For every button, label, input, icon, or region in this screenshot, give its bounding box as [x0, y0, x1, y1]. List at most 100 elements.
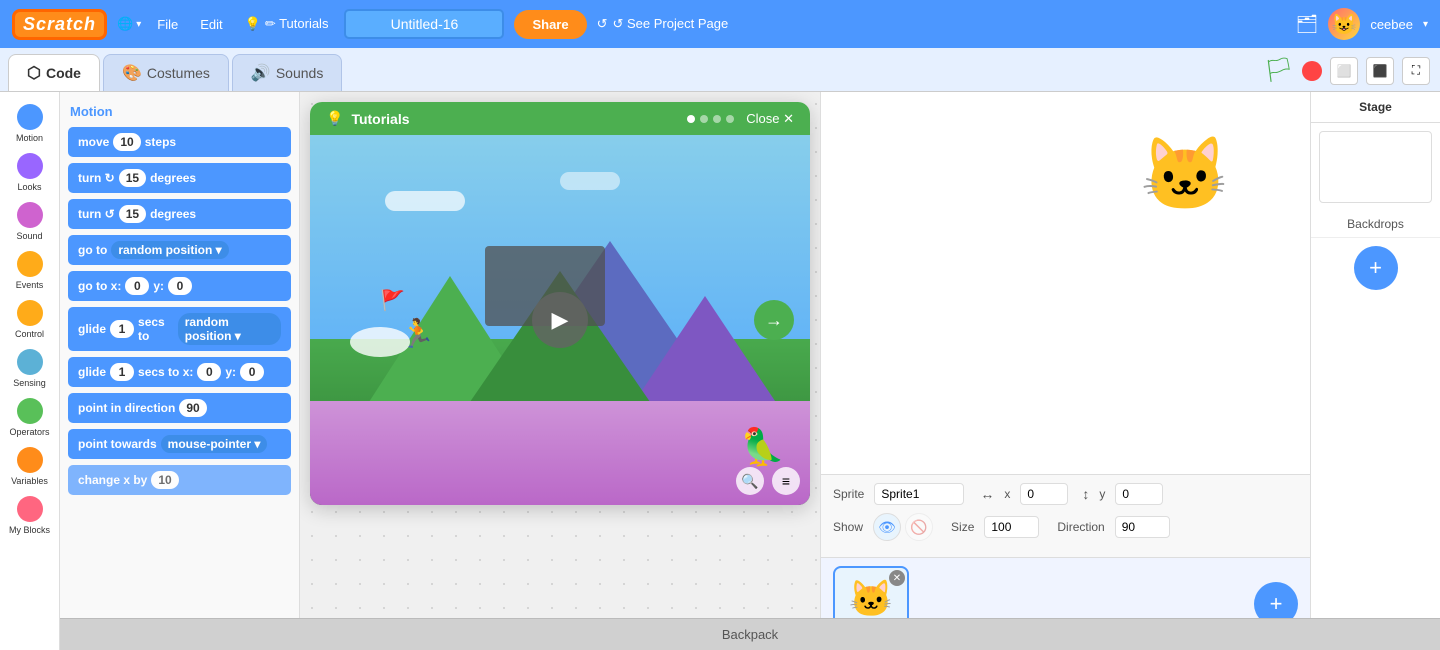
direction-input[interactable] [1115, 516, 1170, 538]
block-point-towards[interactable]: point towards mouse-pointer ▾ [68, 429, 291, 459]
lightbulb-icon: 💡 [245, 16, 261, 32]
expand-stage-button[interactable]: ⬛ [1366, 57, 1394, 85]
tutorials-button[interactable]: 💡 ✏ Tutorials [239, 12, 335, 36]
x-input[interactable] [1020, 483, 1068, 505]
tab-bar: ⬡ Code 🎨 Costumes 🔊 Sounds 🏳 ⬜ ⬛ ⛶ [0, 48, 1440, 92]
sprite-label: Sprite [833, 487, 864, 501]
blocks-panel: Motion move 10 steps turn ↻ 15 degrees t… [60, 92, 300, 650]
globe-icon: 🌐 [117, 16, 133, 32]
tab-code[interactable]: ⬡ Code [8, 54, 100, 91]
variables-label: Variables [11, 476, 48, 486]
stage-cat-sprite: 🐱 [1140, 132, 1230, 217]
my-blocks-label: My Blocks [9, 525, 50, 535]
shrink-stage-button[interactable]: ⬜ [1330, 57, 1358, 85]
backpack[interactable]: Backpack [60, 618, 1440, 650]
category-variables[interactable]: Variables [0, 443, 59, 490]
motion-label: Motion [16, 133, 43, 143]
tutorial-lightbulb-icon: 💡 [326, 110, 343, 127]
events-label: Events [16, 280, 44, 290]
sprite-info-panel: Sprite ↔ x ↕ y Show 👁 🚫 Size Directi [821, 474, 1310, 557]
show-eye-button[interactable]: 👁 [873, 513, 901, 541]
tutorial-title: Tutorials [351, 111, 409, 127]
tutorial-dot-3 [713, 115, 721, 123]
tutorial-dot-4 [726, 115, 734, 123]
tutorial-play-button[interactable]: ▶ [532, 292, 588, 348]
stage-right-panel: Stage Backdrops + [1310, 92, 1440, 650]
block-glide-to[interactable]: glide 1 secs to random position ▾ [68, 307, 291, 351]
sprite-delete-button[interactable]: ✕ [889, 570, 905, 586]
block-point-direction[interactable]: point in direction 90 [68, 393, 291, 423]
tutorial-header: 💡 Tutorials Close ✕ [310, 102, 810, 135]
category-control[interactable]: Control [0, 296, 59, 343]
sprite-info-row1: Sprite ↔ x ↕ y [833, 483, 1298, 505]
stage-area: 🐱 Sprite ↔ x ↕ y Show 👁 🚫 [820, 92, 1310, 650]
category-operators[interactable]: Operators [0, 394, 59, 441]
events-dot [17, 251, 43, 277]
category-sound[interactable]: Sound [0, 198, 59, 245]
y-input[interactable] [1115, 483, 1163, 505]
nav-right: 🗂 😺 ceebee ▾ [1295, 8, 1428, 40]
size-label: Size [951, 520, 974, 534]
block-move[interactable]: move 10 steps [68, 127, 291, 157]
block-go-to[interactable]: go to random position ▾ [68, 235, 291, 265]
stage-canvas[interactable]: 🐱 [821, 92, 1310, 474]
tab-costumes[interactable]: 🎨 Costumes [103, 54, 229, 91]
block-go-to-xy[interactable]: go to x: 0 y: 0 [68, 271, 291, 301]
share-button[interactable]: Share [514, 10, 586, 39]
category-motion[interactable]: Motion [0, 100, 59, 147]
sound-dot [17, 202, 43, 228]
tutorial-zoom-out[interactable]: 🔍 [736, 467, 764, 495]
globe-chevron: ▾ [136, 19, 141, 30]
tutorial-close-button[interactable]: Close ✕ [746, 111, 794, 127]
block-glide-to-xy[interactable]: glide 1 secs to x: 0 y: 0 [68, 357, 291, 387]
sounds-tab-icon: 🔊 [251, 63, 271, 83]
sound-label: Sound [16, 231, 42, 241]
see-project-button[interactable]: ↺ ↺ See Project Page [597, 16, 729, 32]
motion-dot [17, 104, 43, 130]
stage-header-controls: 🏳 ⬜ ⬛ ⛶ [1264, 56, 1430, 91]
size-input[interactable] [984, 516, 1039, 538]
fullscreen-button[interactable]: ⛶ [1402, 57, 1430, 85]
user-name[interactable]: ceebee [1370, 17, 1413, 32]
my-blocks-dot [17, 496, 43, 522]
control-label: Control [15, 329, 44, 339]
category-events[interactable]: Events [0, 247, 59, 294]
user-chevron[interactable]: ▾ [1423, 19, 1428, 30]
folder-icon[interactable]: 🗂 [1295, 14, 1318, 35]
height-icon: ↕ [1082, 486, 1089, 502]
operators-dot [17, 398, 43, 424]
show-toggle: 👁 🚫 [873, 513, 933, 541]
code-area[interactable]: 💡 Tutorials Close ✕ [300, 92, 820, 650]
direction-label: Direction [1057, 520, 1104, 534]
category-my-blocks[interactable]: My Blocks [0, 492, 59, 539]
control-dot [17, 300, 43, 326]
tutorial-dot-2 [700, 115, 708, 123]
globe-button[interactable]: 🌐 ▾ [117, 16, 141, 32]
scratch-logo[interactable]: Scratch [12, 9, 107, 40]
green-flag-button[interactable]: 🏳 [1264, 56, 1294, 85]
tab-sounds[interactable]: 🔊 Sounds [232, 54, 342, 91]
hide-eye-button[interactable]: 🚫 [905, 513, 933, 541]
sprite-name-input[interactable] [874, 483, 964, 505]
project-title-input[interactable] [344, 9, 504, 39]
block-turn-cw[interactable]: turn ↻ 15 degrees [68, 163, 291, 193]
blocks-section-title: Motion [68, 100, 291, 127]
file-menu[interactable]: File [151, 13, 184, 36]
block-change-x[interactable]: change x by 10 [68, 465, 291, 495]
add-backdrop-button[interactable]: + [1354, 246, 1398, 290]
top-nav: Scratch 🌐 ▾ File Edit 💡 ✏ Tutorials Shar… [0, 0, 1440, 48]
sprite-thumb-icon: 🐱 [849, 578, 894, 620]
category-sensing[interactable]: Sensing [0, 345, 59, 392]
tutorial-next-button[interactable]: → [754, 300, 794, 340]
category-looks[interactable]: Looks [0, 149, 59, 196]
backpack-label: Backpack [722, 627, 778, 642]
x-label: x [1004, 487, 1010, 501]
stop-button[interactable] [1302, 61, 1322, 81]
tutorial-menu[interactable]: ≡ [772, 467, 800, 495]
edit-menu[interactable]: Edit [194, 13, 228, 36]
sensing-dot [17, 349, 43, 375]
tutorial-popup: 💡 Tutorials Close ✕ [310, 102, 810, 505]
tutorial-video-area: 🦜 🏃 🚩 ▶ → 🔍 ≡ [310, 135, 810, 505]
block-turn-ccw[interactable]: turn ↺ 15 degrees [68, 199, 291, 229]
tutorial-dot-1 [687, 115, 695, 123]
